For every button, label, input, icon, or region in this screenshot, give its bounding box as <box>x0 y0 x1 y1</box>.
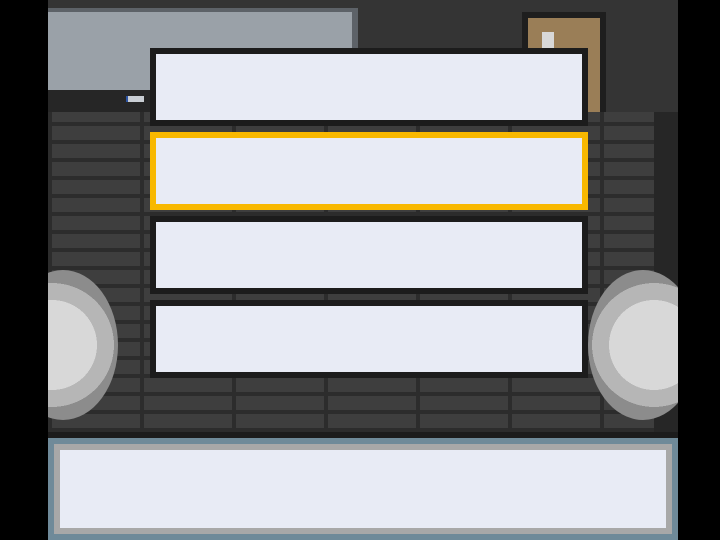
menu-option-4[interactable] <box>150 300 588 378</box>
menu-option-2[interactable] <box>150 132 588 210</box>
message-text <box>60 450 666 528</box>
counter-light <box>128 96 144 102</box>
message-frame <box>54 444 672 534</box>
menu-option-3[interactable] <box>150 216 588 294</box>
menu-option-1[interactable] <box>150 48 588 126</box>
message-box[interactable] <box>48 438 678 540</box>
